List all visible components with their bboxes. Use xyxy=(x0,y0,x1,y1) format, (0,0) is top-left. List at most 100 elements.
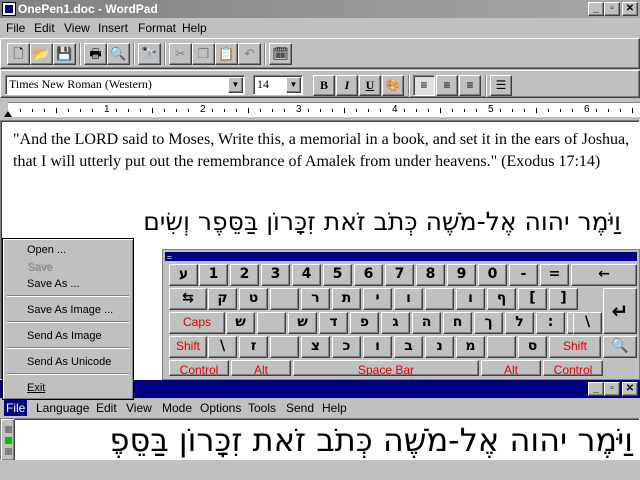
menu-options[interactable]: Options xyxy=(198,400,243,416)
open-icon[interactable]: 📂 xyxy=(30,43,53,65)
maximize-button[interactable]: ▫ xyxy=(604,382,620,396)
font-size-combo[interactable]: 14 ▼ xyxy=(253,75,303,95)
underline-button[interactable]: U xyxy=(359,75,381,96)
key[interactable]: ס xyxy=(518,336,547,358)
left-shift-key[interactable]: Shift xyxy=(169,336,207,358)
key[interactable]: 1 xyxy=(199,264,228,286)
minimize-button[interactable]: _ xyxy=(588,2,604,16)
date-time-icon[interactable]: 🗓 xyxy=(269,43,292,65)
menu-tools[interactable]: Tools xyxy=(246,400,278,416)
key[interactable]: ט xyxy=(239,288,268,310)
maximize-button[interactable]: ▫ xyxy=(604,2,620,16)
key[interactable]: י xyxy=(363,288,392,310)
menu-view[interactable]: View xyxy=(62,20,92,36)
menu-insert[interactable]: Insert xyxy=(96,20,130,36)
print-preview-icon[interactable]: 🔍 xyxy=(107,43,130,65)
key[interactable]: 9 xyxy=(447,264,476,286)
keyboard-close-icon[interactable]: = xyxy=(167,254,175,262)
onepen-text-area[interactable]: וַיֹּמֶר יהוה אֶל-מֹשֶׁה כְּתֹב זֹאת זִכ… xyxy=(0,418,640,461)
left-control-key[interactable]: Control xyxy=(169,360,229,376)
menu-format[interactable]: Format xyxy=(136,20,178,36)
key[interactable]: 6 xyxy=(354,264,383,286)
menu-language[interactable]: Language xyxy=(34,400,91,416)
backspace-key[interactable]: ← xyxy=(571,264,637,286)
color-palette-icon[interactable]: 🎨 xyxy=(382,75,404,96)
menu-file[interactable]: File xyxy=(4,400,28,416)
key[interactable]: 4 xyxy=(292,264,321,286)
space-bar-key[interactable]: Space Bar xyxy=(293,360,479,376)
menu-open[interactable]: Open ... xyxy=(27,243,66,257)
wordpad-app-icon[interactable] xyxy=(2,2,16,16)
key[interactable]: ח xyxy=(443,312,472,334)
key[interactable]: ] xyxy=(549,288,578,310)
left-alt-key[interactable]: Alt xyxy=(231,360,291,376)
keyboard-titlebar[interactable]: = xyxy=(165,252,637,262)
menu-view[interactable]: View xyxy=(124,400,154,416)
key[interactable]: 0 xyxy=(478,264,507,286)
key[interactable]: ת xyxy=(332,288,361,310)
menu-send-as-image[interactable]: Send As Image xyxy=(27,329,102,343)
ruler-strip[interactable]: 1 2 3 4 5 6 xyxy=(4,102,640,117)
paste-icon[interactable]: 📋 xyxy=(215,43,238,65)
key[interactable]: 5 xyxy=(323,264,352,286)
right-alt-key[interactable]: Alt xyxy=(481,360,541,376)
enter-key[interactable]: ↵ xyxy=(603,288,637,334)
find-icon[interactable]: 🔭 xyxy=(138,43,161,65)
key[interactable]: ע xyxy=(169,264,198,286)
key[interactable]: ב xyxy=(394,336,423,358)
key[interactable] xyxy=(270,288,299,310)
bullets-icon[interactable]: ☰ xyxy=(490,75,512,96)
save-icon[interactable]: 💾 xyxy=(53,43,76,65)
minimize-button[interactable]: _ xyxy=(588,382,604,396)
key[interactable]: 8 xyxy=(416,264,445,286)
italic-button[interactable]: I xyxy=(336,75,358,96)
chevron-down-icon[interactable]: ▼ xyxy=(228,77,243,93)
key[interactable]: : xyxy=(536,312,565,334)
font-name-combo[interactable]: Times New Roman (Western) ▼ xyxy=(5,75,245,95)
copy-icon[interactable]: ❐ xyxy=(192,43,215,65)
key[interactable]: ך xyxy=(474,312,503,334)
left-indent-marker[interactable] xyxy=(4,111,12,117)
menu-edit[interactable]: Edit xyxy=(94,400,119,416)
key[interactable] xyxy=(487,336,516,358)
bold-button[interactable]: B xyxy=(313,75,335,96)
cut-icon[interactable]: ✂ xyxy=(169,43,192,65)
undo-icon[interactable]: ↶ xyxy=(238,43,261,65)
key[interactable]: ו xyxy=(394,288,423,310)
key[interactable]: ג xyxy=(381,312,410,334)
menu-save-as[interactable]: Save As ... xyxy=(27,277,80,291)
tab-key[interactable]: ⇆ xyxy=(169,288,207,310)
key[interactable]: - xyxy=(509,264,538,286)
key[interactable]: ש xyxy=(288,312,317,334)
menu-mode[interactable]: Mode xyxy=(160,400,194,416)
right-control-key[interactable]: Control xyxy=(543,360,603,376)
menu-save-as-image[interactable]: Save As Image ... xyxy=(27,303,113,317)
zoom-icon[interactable]: 🔍 xyxy=(603,336,637,358)
key[interactable] xyxy=(270,336,299,358)
key[interactable]: 2 xyxy=(230,264,259,286)
menu-send[interactable]: Send xyxy=(284,400,316,416)
key[interactable]: פ xyxy=(350,312,379,334)
caps-lock-key[interactable]: Caps xyxy=(169,312,225,334)
key[interactable] xyxy=(425,288,454,310)
menu-help[interactable]: Help xyxy=(320,400,349,416)
key[interactable]: ש xyxy=(226,312,255,334)
key[interactable]: 3 xyxy=(261,264,290,286)
key[interactable]: נ xyxy=(425,336,454,358)
chevron-down-icon[interactable]: ▼ xyxy=(286,77,301,93)
menu-send-as-unicode[interactable]: Send As Unicode xyxy=(27,355,111,369)
key[interactable]: ל xyxy=(505,312,534,334)
key[interactable]: \ xyxy=(573,312,602,334)
menu-exit[interactable]: Exit xyxy=(27,381,45,395)
key[interactable]: ו xyxy=(456,288,485,310)
align-left-icon[interactable]: ≡ xyxy=(413,75,435,96)
key[interactable]: ד xyxy=(319,312,348,334)
key[interactable]: 7 xyxy=(385,264,414,286)
key[interactable]: ז xyxy=(239,336,268,358)
key[interactable]: מ xyxy=(456,336,485,358)
key[interactable] xyxy=(257,312,286,334)
key[interactable]: ר xyxy=(301,288,330,310)
key[interactable]: ו xyxy=(363,336,392,358)
key[interactable]: ק xyxy=(208,288,237,310)
key[interactable]: ה xyxy=(412,312,441,334)
